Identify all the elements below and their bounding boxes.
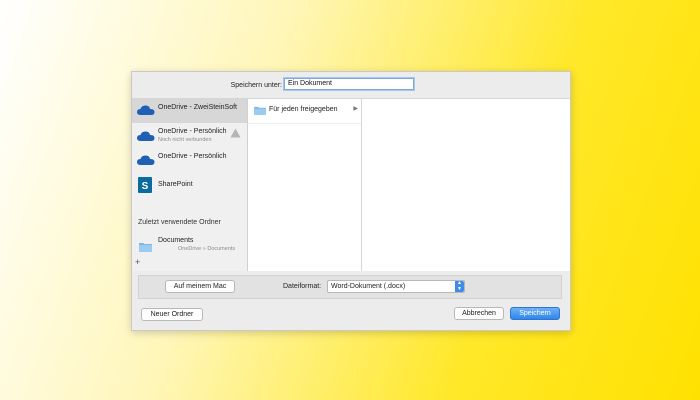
save-as-input[interactable] <box>284 78 414 90</box>
recent-folders-heading: Zuletzt verwendete Ordner <box>138 219 221 226</box>
sidebar-item-label: OneDrive - Persönlich <box>158 153 227 160</box>
chevron-updown-icon: ▲ ▼ <box>455 280 464 292</box>
add-location-button[interactable]: + <box>135 258 140 267</box>
sidebar-item-onedrive-zweisteinsoft[interactable]: OneDrive - ZweiSteinSoft <box>132 99 247 123</box>
on-my-mac-button[interactable]: Auf meinem Mac <box>165 280 235 293</box>
browser-column-2 <box>362 99 570 271</box>
cancel-button[interactable]: Abbrechen <box>454 307 504 320</box>
onedrive-cloud-icon <box>137 130 155 144</box>
sidebar-item-label: OneDrive - Persönlich <box>158 128 227 135</box>
save-as-label: Speichern unter: <box>230 82 282 89</box>
save-dialog: Speichern unter: OneDrive - ZweiSteinSof… <box>131 71 571 331</box>
sidebar-item-label: SharePoint <box>158 181 193 188</box>
sidebar-item-label: OneDrive - ZweiSteinSoft <box>158 104 237 111</box>
warning-icon <box>230 128 241 140</box>
sidebar-item-documents[interactable]: Documents OneDrive » Documents <box>132 235 247 257</box>
save-as-row: Speichern unter: <box>132 72 570 98</box>
sidebar-item-sublabel: Noch nicht verbunden <box>158 137 212 143</box>
folder-icon <box>254 106 266 117</box>
sidebar-item-onedrive-persoenlich-disconnected[interactable]: OneDrive - Persönlich Noch nicht verbund… <box>132 125 247 147</box>
chevron-right-icon: ▶ <box>353 106 358 112</box>
sharepoint-icon: S <box>138 177 152 195</box>
browser-column-1: Für jeden freigegeben ▶ <box>248 99 362 271</box>
onedrive-cloud-icon <box>137 104 155 118</box>
format-bar: Auf meinem Mac Dateiformat: Word-Dokumen… <box>138 275 562 299</box>
file-browser: OneDrive - ZweiSteinSoft OneDrive - Pers… <box>132 98 570 271</box>
sidebar-item-label: Documents <box>158 237 194 244</box>
save-button[interactable]: Speichern <box>510 307 560 320</box>
sidebar-item-sharepoint[interactable]: S SharePoint <box>132 174 247 196</box>
svg-text:S: S <box>142 181 149 192</box>
sidebar: OneDrive - ZweiSteinSoft OneDrive - Pers… <box>132 99 248 271</box>
sidebar-item-sublabel: OneDrive » Documents <box>178 246 236 252</box>
sidebar-item-onedrive-persoenlich[interactable]: OneDrive - Persönlich <box>132 149 247 171</box>
folder-icon <box>139 242 152 254</box>
file-format-select[interactable]: Word-Dokument (.docx) ▲ ▼ <box>327 280 465 293</box>
file-format-value: Word-Dokument (.docx) <box>331 283 406 290</box>
list-item[interactable]: Für jeden freigegeben ▶ <box>248 99 361 124</box>
list-item-label: Für jeden freigegeben <box>269 106 338 113</box>
new-folder-button[interactable]: Neuer Ordner <box>141 308 203 321</box>
onedrive-cloud-icon <box>137 154 155 168</box>
file-format-label: Dateiformat: <box>283 283 322 290</box>
